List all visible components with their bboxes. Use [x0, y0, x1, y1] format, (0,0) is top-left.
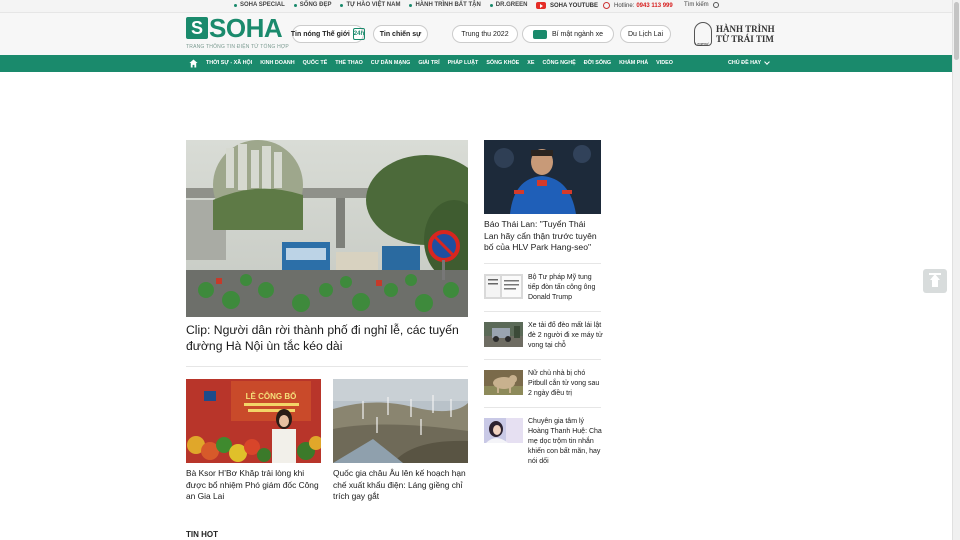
nav-item-xe[interactable]: XE	[527, 60, 534, 66]
pill-war-news[interactable]: Tin chiến sự	[373, 25, 428, 43]
nav-item-the-thao[interactable]: THỂ THAO	[335, 60, 363, 66]
sub-story-1-image[interactable]: LỄ CÔNG BỐ	[186, 379, 321, 463]
lead-story-title[interactable]: Clip: Người dân rời thành phố đi nghỉ lễ…	[186, 322, 468, 354]
search-button[interactable]: Tìm kiếm	[684, 2, 719, 8]
phone-icon	[603, 2, 610, 9]
sidebar-item-3-title[interactable]: Nữ chủ nhà bị chó Pitbull cắn tử vong sa…	[528, 369, 604, 399]
lead-story-image[interactable]	[186, 140, 468, 317]
sidebar-item-4-thumb[interactable]	[484, 418, 523, 443]
nav-item-cu-dan-mang[interactable]: CƯ DÂN MẠNG	[371, 60, 411, 66]
car-icon	[533, 29, 547, 39]
main-nav: THỜI SỰ - XÃ HỘI KINH DOANH QUỐC TẾ THỂ …	[0, 55, 952, 72]
divider	[484, 311, 601, 312]
sub-story-2-title[interactable]: Quốc gia châu Âu lên kế hoạch hạn chế xu…	[333, 468, 469, 503]
search-icon	[712, 2, 719, 8]
nav-item-kham-pha[interactable]: KHÁM PHÁ	[619, 60, 648, 66]
back-to-top-button[interactable]	[923, 269, 947, 293]
sidebar-top-image[interactable]	[484, 140, 601, 214]
sidebar-item-2-thumb[interactable]	[484, 322, 523, 347]
top-link-hanh-trinh-bat-tan[interactable]: HÀNH TRÌNH BẤT TẬN	[409, 2, 481, 8]
legend-banner[interactable]: Legend HÀNH TRÌNH TỪ TRÁI TIM	[694, 22, 775, 46]
nav-item-thoi-su[interactable]: THỜI SỰ - XÃ HỘI	[206, 60, 252, 66]
sidebar-item-3-thumb[interactable]	[484, 370, 523, 395]
chevron-down-icon	[764, 59, 770, 65]
card-caption: LỄ CÔNG BỐ	[246, 391, 297, 401]
sidebar-item-1-title[interactable]: Bộ Tư pháp Mỹ tung tiếp đòn tấn công ông…	[528, 273, 604, 303]
nav-item-giai-tri[interactable]: GIẢI TRÍ	[418, 60, 439, 66]
legend-emblem-icon: Legend	[694, 22, 712, 46]
top-bar: SOHA SPECIAL SỐNG ĐẸP TỰ HÀO VIỆT NAM HÀ…	[0, 0, 952, 13]
hotline-number[interactable]: 0943 113 999	[636, 3, 672, 9]
sub-story-1-title[interactable]: Bà Ksor H’Bơ Khăp trải lòng khi được bổ …	[186, 468, 322, 503]
pill-hot-world[interactable]: Tin nóng Thế giới 24h	[291, 25, 366, 43]
logo-tagline: TRANG THÔNG TIN ĐIỆN TỬ TỔNG HỢP	[186, 44, 289, 50]
pill-travel[interactable]: Du Lịch Lai	[620, 25, 671, 43]
arrow-up-stem	[932, 280, 938, 287]
nav-item-cong-nghe[interactable]: CÔNG NGHỆ	[542, 60, 575, 66]
top-link-soha-special[interactable]: SOHA SPECIAL	[234, 2, 285, 8]
divider	[484, 263, 601, 264]
sidebar-item-4-title[interactable]: Chuyên gia tâm lý Hoàng Thanh Huệ: Cha m…	[528, 417, 604, 467]
home-icon[interactable]	[189, 59, 198, 68]
youtube-link[interactable]: SOHA YOUTUBE	[536, 2, 598, 9]
scrollbar-thumb[interactable]	[954, 2, 959, 60]
24h-badge: 24h	[352, 28, 366, 40]
sub-story-2-image[interactable]	[333, 379, 468, 463]
nav-item-doi-song[interactable]: ĐỜI SỐNG	[584, 60, 611, 66]
nav-item-phap-luat[interactable]: PHÁP LUẬT	[448, 60, 479, 66]
pill-car-secret[interactable]: Bí mật ngành xe	[522, 25, 614, 43]
page-scrollbar[interactable]	[952, 0, 960, 540]
divider	[484, 359, 601, 360]
youtube-icon	[536, 2, 546, 9]
top-link-dr-green[interactable]: DR.GREEN	[489, 2, 527, 8]
soha-logo[interactable]: S SOHA TRANG THÔNG TIN ĐIỆN TỬ TỔNG HỢP	[186, 15, 289, 50]
nav-item-quoc-te[interactable]: QUỐC TẾ	[303, 60, 328, 66]
top-links: SOHA SPECIAL SỐNG ĐẸP TỰ HÀO VIỆT NAM HÀ…	[234, 2, 536, 8]
divider	[484, 407, 601, 408]
nav-item-video[interactable]: VIDEO	[656, 60, 673, 66]
divider	[186, 366, 468, 367]
sidebar-item-2-title[interactable]: Xe tải đổ đèo mất lái lật đè 2 người đi …	[528, 321, 604, 351]
top-link-tu-hao-viet-nam[interactable]: TỰ HÀO VIỆT NAM	[340, 2, 400, 8]
sidebar-item-1-thumb[interactable]	[484, 274, 523, 299]
nav-item-song-khoe[interactable]: SỐNG KHỎE	[486, 60, 519, 66]
nav-items: THỜI SỰ - XÃ HỘI KINH DOANH QUỐC TẾ THỂ …	[206, 60, 681, 66]
hotline: Hotline: 0943 113 999	[603, 2, 673, 9]
nav-item-kinh-doanh[interactable]: KINH DOANH	[260, 60, 294, 66]
top-link-song-dep[interactable]: SỐNG ĐẸP	[293, 2, 331, 8]
section-tin-hot-heading: TIN HOT	[186, 530, 218, 539]
site-header: S SOHA TRANG THÔNG TIN ĐIỆN TỬ TỔNG HỢP T…	[0, 13, 952, 55]
pill-trung-thu[interactable]: Trung thu 2022	[452, 25, 518, 43]
sidebar-top-title[interactable]: Báo Thái Lan: "Tuyển Thái Lan hãy cẩn th…	[484, 219, 602, 254]
nav-topics-dropdown[interactable]: CHỦ ĐỀ HAY	[728, 59, 770, 66]
